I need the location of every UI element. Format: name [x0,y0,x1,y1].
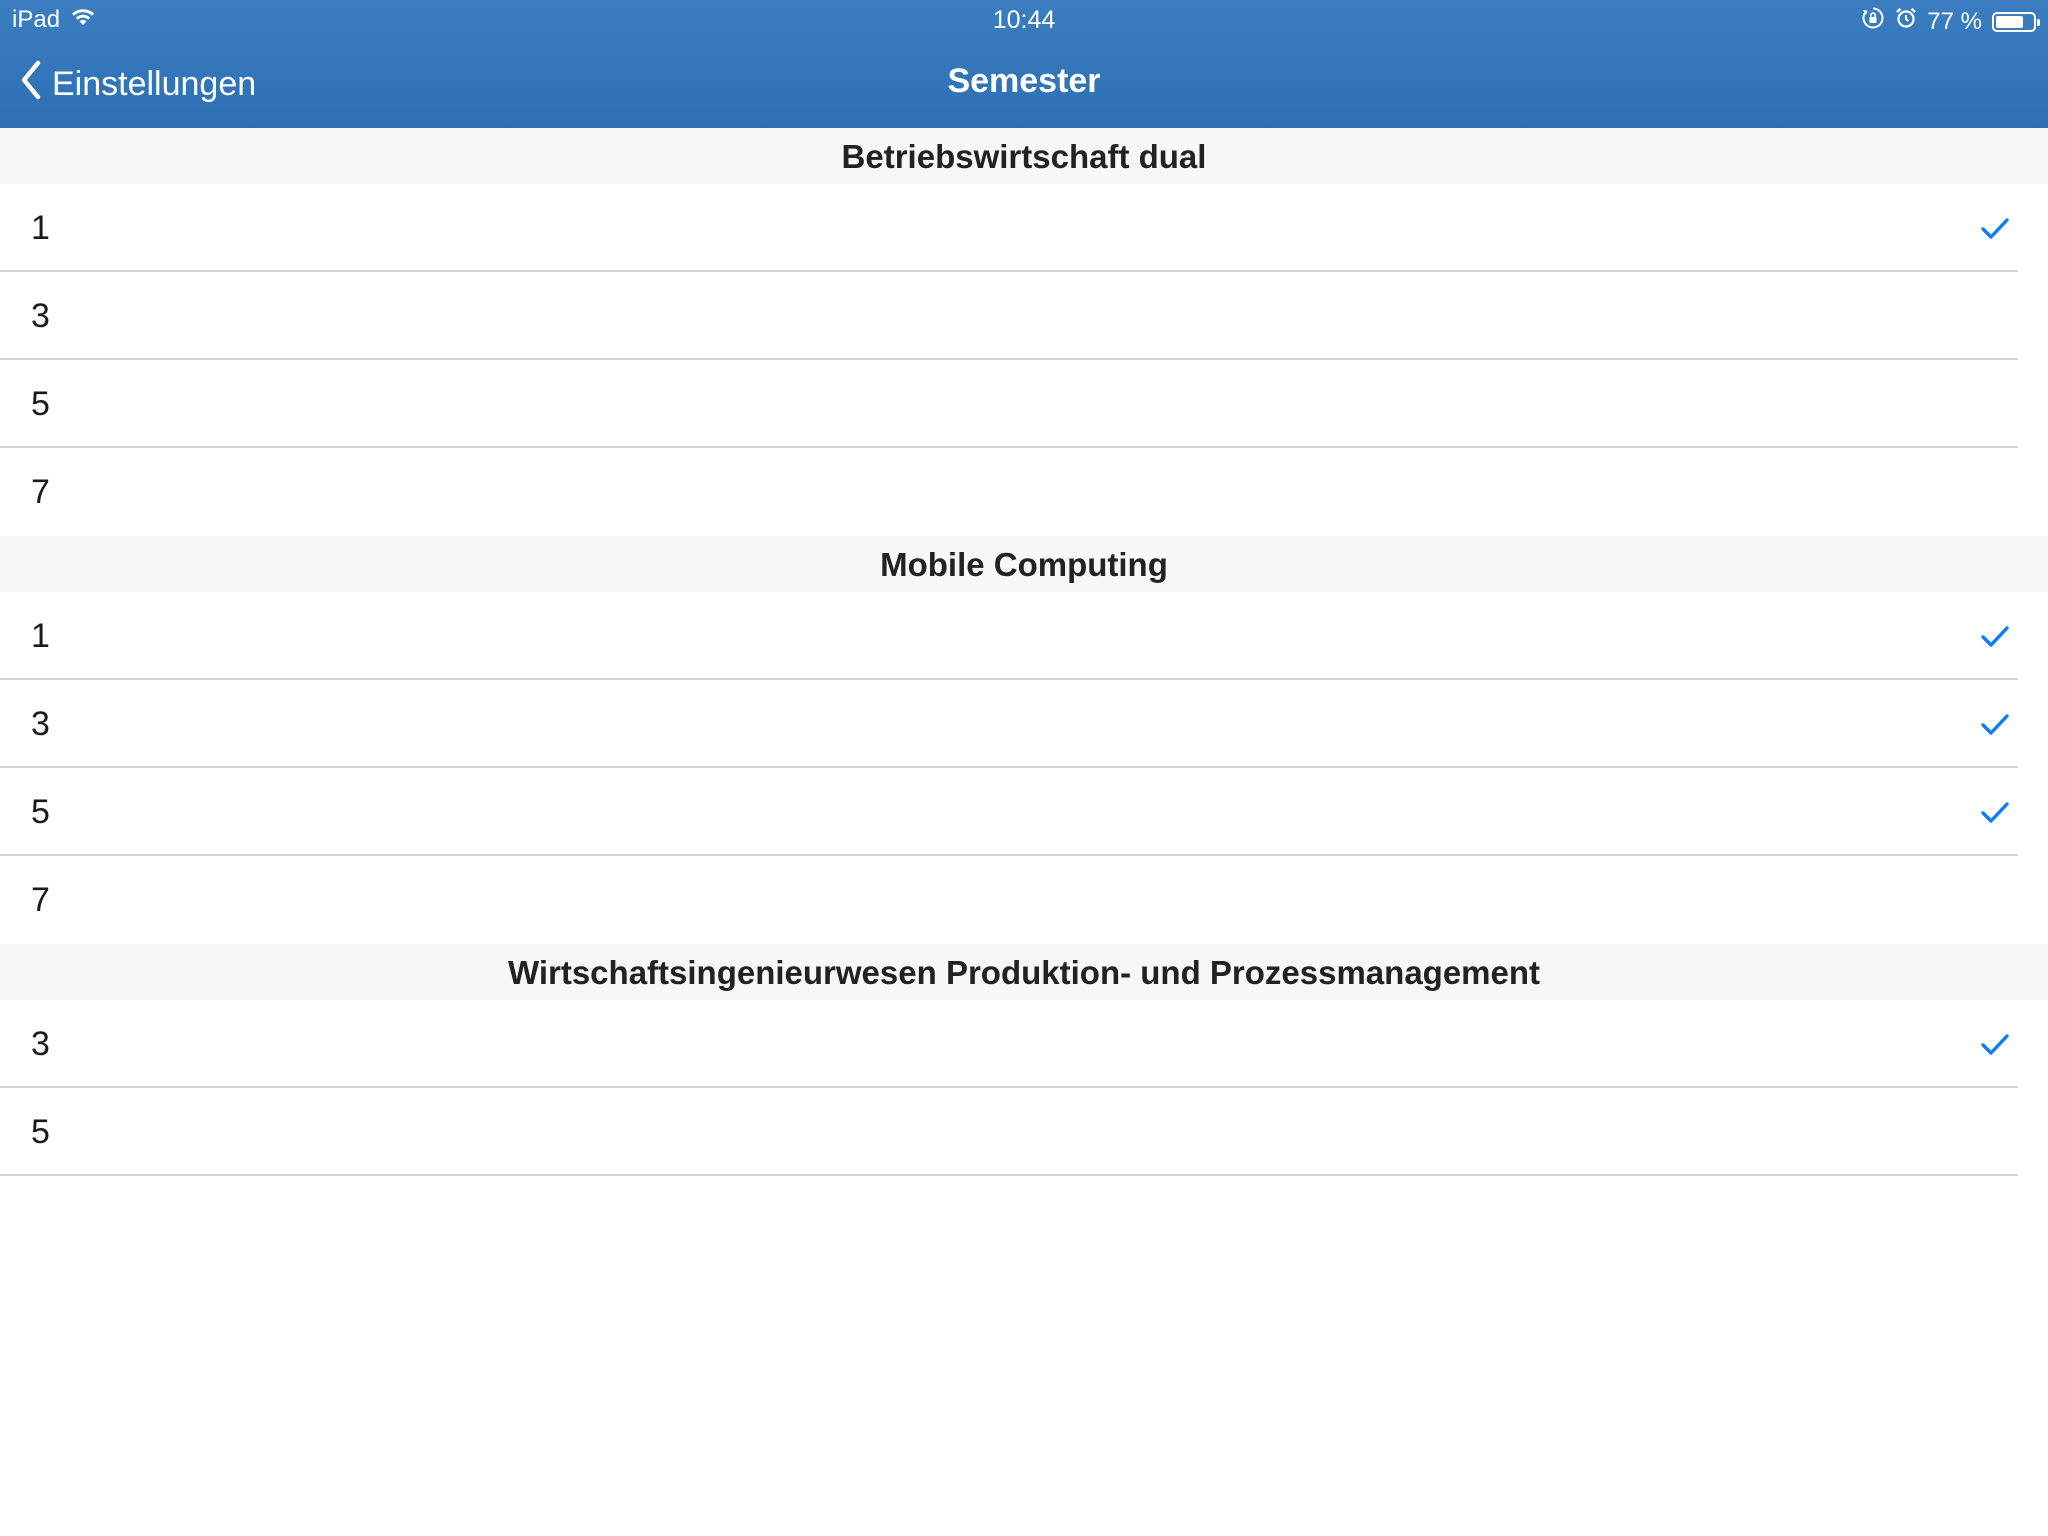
semester-row[interactable]: 5 [0,768,2048,856]
app-header: iPad 10:44 77 % Einstellungen Semester [0,0,2048,128]
checkmark-icon [1981,714,2009,735]
semester-list: Betriebswirtschaft dual 1 3 5 7 Mobile C… [0,128,2048,1176]
navigation-bar: Einstellungen Semester [0,40,2048,128]
orientation-lock-icon [1861,6,1885,37]
battery-percentage: 77 % [1927,7,1982,35]
semester-row[interactable]: 3 [0,680,2048,768]
checkmark-icon [1981,626,2009,647]
semester-label: 3 [31,1025,50,1063]
semester-row[interactable]: 7 [0,856,2048,944]
section-header: Betriebswirtschaft dual [0,128,2048,184]
status-bar: iPad 10:44 77 % [0,0,2048,40]
status-right: 77 % [1861,6,2040,37]
semester-row[interactable]: 5 [0,1088,2048,1176]
semester-label: 3 [31,297,50,335]
checkmark-icon [1981,1034,2009,1055]
section-header: Wirtschaftsingenieurwesen Produktion- un… [0,944,2048,1000]
semester-row[interactable]: 7 [0,448,2048,536]
semester-label: 7 [31,881,50,919]
semester-row[interactable]: 3 [0,272,2048,360]
semester-label: 7 [31,473,50,511]
battery-icon [1992,11,2040,32]
semester-label: 3 [31,705,50,743]
semester-label: 5 [31,1113,50,1151]
battery-level [1996,15,2023,28]
page-title: Semester [947,62,1101,100]
semester-label: 5 [31,385,50,423]
semester-label: 1 [31,209,50,247]
semester-row[interactable]: 3 [0,1000,2048,1088]
semester-label: 1 [31,617,50,655]
checkmark-icon [1981,218,2009,239]
alarm-icon [1895,7,1917,36]
status-time: 10:44 [992,6,1056,34]
semester-row[interactable]: 1 [0,184,2048,272]
semester-label: 5 [31,793,50,831]
semester-row[interactable]: 1 [0,592,2048,680]
section-header: Mobile Computing [0,536,2048,592]
semester-row[interactable]: 5 [0,360,2048,448]
checkmark-icon [1981,802,2009,823]
